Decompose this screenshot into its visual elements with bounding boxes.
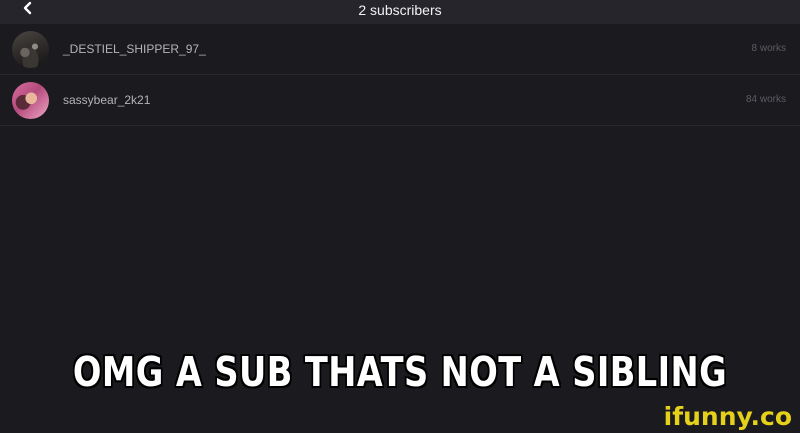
subscriber-row[interactable]: sassybear_2k21 84 works [0,75,800,126]
subscriber-username[interactable]: _DESTIEL_SHIPPER_97_ [63,42,206,56]
page-title: 2 subscribers [358,2,442,18]
meme-caption: OMG A SUB THATS NOT A SIBLING [72,348,728,396]
subscriber-works-count: 8 works [751,43,786,54]
subscriber-works-count: 84 works [745,94,786,105]
subscriber-username[interactable]: sassybear_2k21 [63,93,150,107]
subscriber-row[interactable]: _DESTIEL_SHIPPER_97_ 8 works [0,24,800,75]
top-bar: 2 subscribers [0,0,800,24]
avatar[interactable] [12,82,49,119]
subscriber-list: _DESTIEL_SHIPPER_97_ 8 works sassybear_2… [0,24,800,126]
avatar[interactable] [12,31,49,68]
ifunny-watermark: ifunny.co [663,402,792,431]
subscribers-screen: 2 subscribers _DESTIEL_SHIPPER_97_ 8 wor… [0,0,800,433]
